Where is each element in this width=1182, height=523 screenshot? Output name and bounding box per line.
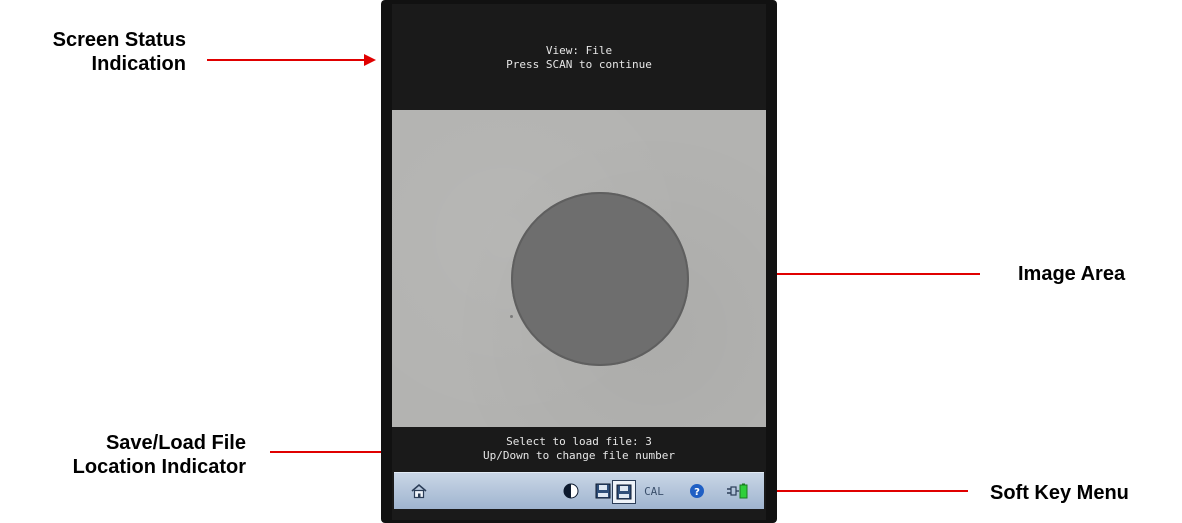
- status-line-view: View: File: [545, 44, 613, 57]
- contrast-icon[interactable]: [560, 480, 582, 502]
- callout-save-load: Save/Load File Location Indicator: [0, 431, 246, 479]
- callout-soft-key-menu: Soft Key Menu: [990, 481, 1170, 505]
- arrow-screen-status: [207, 59, 366, 61]
- cal-button[interactable]: CAL: [641, 480, 667, 502]
- arrowhead-screen-status: [364, 54, 376, 66]
- svg-text:?: ?: [694, 487, 700, 498]
- cal-button-label: CAL: [644, 484, 664, 498]
- screen-status-indicator: View: File Press SCAN to continue: [392, 44, 766, 72]
- help-icon[interactable]: ?: [686, 480, 708, 502]
- callout-save-load-line1: Save/Load File: [105, 432, 246, 454]
- callout-soft-key-menu-label: Soft Key Menu: [990, 482, 1129, 504]
- status-line-instruction: Press SCAN to continue: [506, 58, 652, 71]
- fiber-end-face-image: [511, 192, 689, 366]
- callout-screen-status-line1: Screen Status: [52, 29, 186, 51]
- image-speck: [510, 315, 513, 318]
- file-location-indicator: Select to load file: 3 Up/Down to change…: [392, 435, 766, 463]
- save-icon[interactable]: [592, 480, 614, 502]
- home-icon[interactable]: [408, 480, 430, 502]
- arrow-image-area: [758, 273, 980, 275]
- file-line-select: Select to load file: 3: [506, 435, 652, 448]
- callout-screen-status: Screen Status Indication: [0, 28, 186, 76]
- callout-image-area-label: Image Area: [1018, 263, 1126, 285]
- file-line-updown: Up/Down to change file number: [482, 449, 676, 462]
- callout-screen-status-line2: Indication: [91, 53, 186, 75]
- power-battery-icon[interactable]: [724, 480, 752, 502]
- load-icon[interactable]: [612, 480, 636, 504]
- callout-image-area: Image Area: [1018, 262, 1178, 286]
- arrow-soft-key-menu: [763, 490, 968, 492]
- callout-save-load-line2: Location Indicator: [72, 456, 246, 478]
